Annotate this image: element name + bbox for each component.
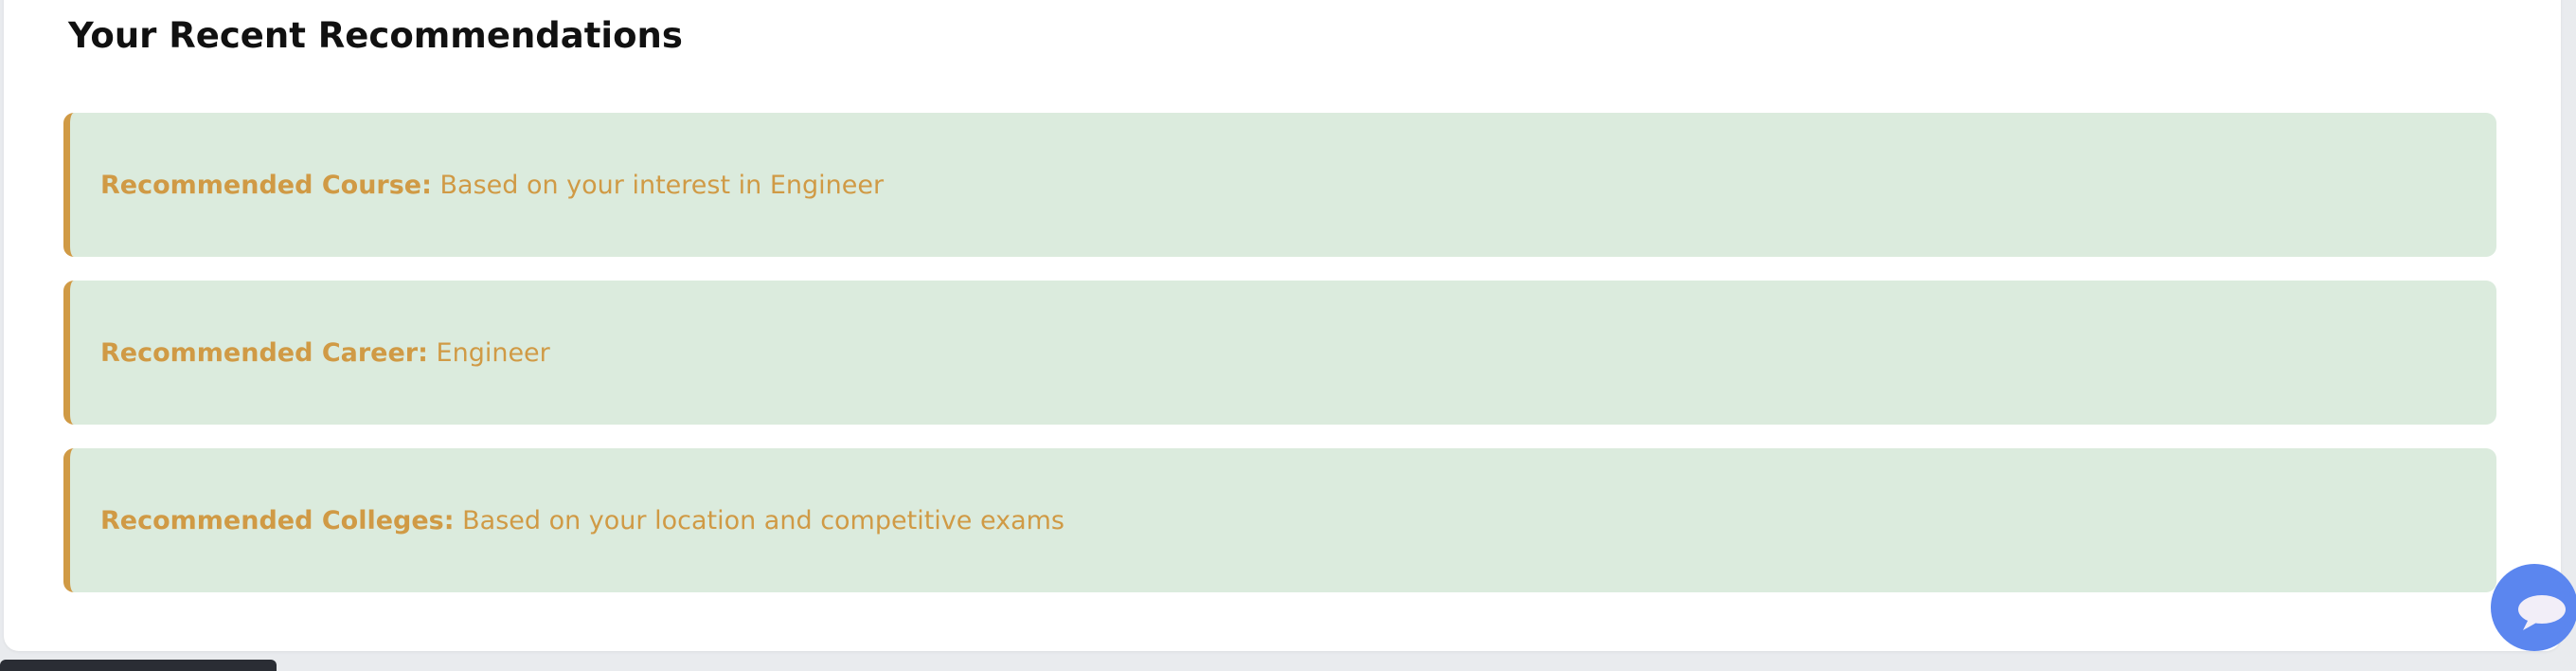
recommendation-value: Based on your interest in Engineer xyxy=(439,170,885,200)
chat-bubble-icon xyxy=(2518,595,2566,630)
recommendation-item-career: Recommended Career: Engineer xyxy=(63,281,2496,425)
chat-button[interactable] xyxy=(2491,564,2576,651)
recommendation-label: Recommended Career: xyxy=(100,337,428,368)
recommendation-label: Recommended Course: xyxy=(100,170,432,200)
recommendation-label: Recommended Colleges: xyxy=(100,505,455,535)
bottom-bar xyxy=(0,660,277,671)
recommendation-item-course: Recommended Course: Based on your intere… xyxy=(63,113,2496,257)
recommendation-value: Engineer xyxy=(436,337,550,368)
recommendation-item-colleges: Recommended Colleges: Based on your loca… xyxy=(63,448,2496,592)
recommendation-value: Based on your location and competitive e… xyxy=(462,505,1064,535)
section-title: Your Recent Recommendations xyxy=(68,15,683,56)
